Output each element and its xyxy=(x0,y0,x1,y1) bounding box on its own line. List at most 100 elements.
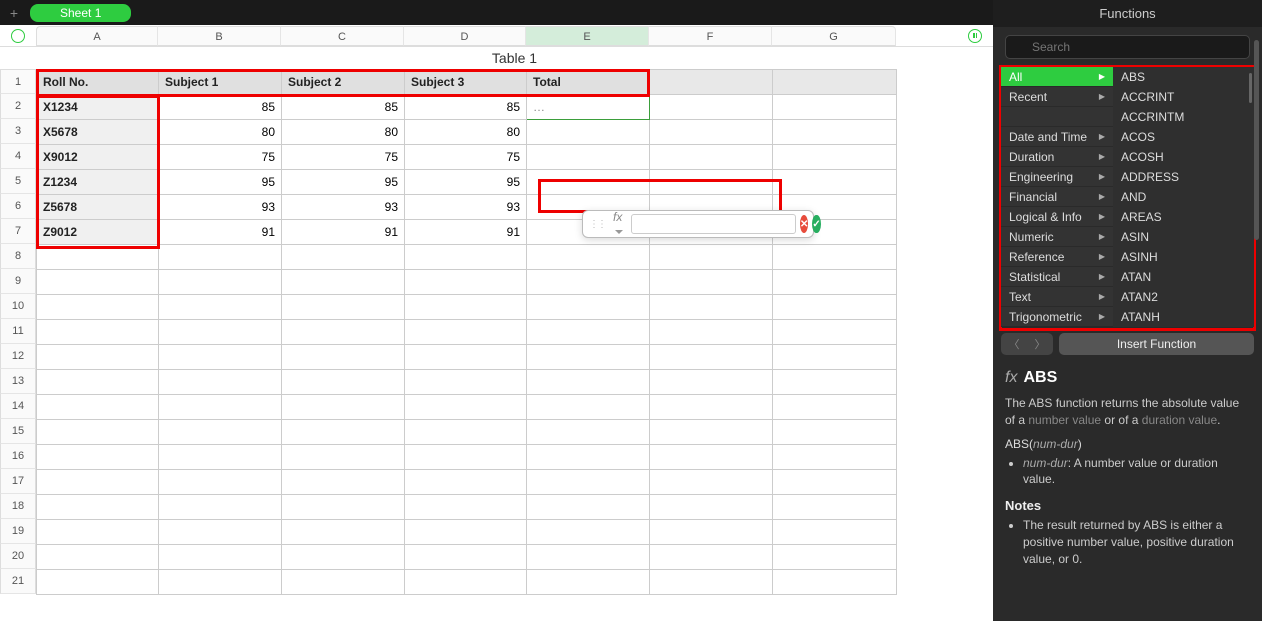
fx-dropdown[interactable]: fx xyxy=(609,210,627,238)
formula-cancel-button[interactable]: ✕ xyxy=(800,215,808,233)
table-cell[interactable] xyxy=(405,520,527,545)
table-cell[interactable] xyxy=(37,395,159,420)
table-cell[interactable]: 85 xyxy=(405,95,527,120)
column-header[interactable]: A xyxy=(36,26,158,46)
fn-category-item[interactable] xyxy=(1001,107,1113,127)
table-cell[interactable] xyxy=(405,295,527,320)
table-cell[interactable] xyxy=(527,270,650,295)
table-cell[interactable] xyxy=(527,170,650,195)
table-cell[interactable] xyxy=(650,370,773,395)
fn-category-item[interactable]: All▶ xyxy=(1001,67,1113,87)
table-cell[interactable] xyxy=(405,420,527,445)
table-header-cell[interactable] xyxy=(650,70,773,95)
table-cell[interactable] xyxy=(159,445,282,470)
table-cell[interactable] xyxy=(282,370,405,395)
table-cell[interactable]: X5678 xyxy=(37,120,159,145)
table-handle-end[interactable] xyxy=(957,29,993,43)
table-header-cell[interactable]: Subject 2 xyxy=(282,70,405,95)
fn-list-item[interactable]: ABS xyxy=(1113,67,1254,87)
table-cell[interactable] xyxy=(159,520,282,545)
table-cell[interactable] xyxy=(527,145,650,170)
table-cell[interactable] xyxy=(650,520,773,545)
fn-list-item[interactable]: AND xyxy=(1113,187,1254,207)
insert-function-button[interactable]: Insert Function xyxy=(1059,333,1254,355)
table-cell[interactable] xyxy=(405,395,527,420)
table-cell[interactable]: 80 xyxy=(159,120,282,145)
table-cell[interactable]: 93 xyxy=(405,195,527,220)
function-list[interactable]: ABSACCRINTACCRINTMACOSACOSHADDRESSANDARE… xyxy=(1113,67,1254,327)
table-cell[interactable]: 75 xyxy=(159,145,282,170)
formula-accept-button[interactable]: ✓ xyxy=(812,215,820,233)
table-cell[interactable] xyxy=(282,270,405,295)
table-cell[interactable] xyxy=(527,245,650,270)
table-cell[interactable] xyxy=(37,370,159,395)
table-cell[interactable]: 93 xyxy=(282,195,405,220)
grid-area[interactable]: Table 1 Roll No.Subject 1Subject 2Subjec… xyxy=(36,47,993,621)
row-header[interactable]: 20 xyxy=(0,544,36,569)
table-cell[interactable] xyxy=(37,420,159,445)
table-cell[interactable] xyxy=(650,495,773,520)
row-header[interactable]: 19 xyxy=(0,519,36,544)
table-title[interactable]: Table 1 xyxy=(36,47,993,69)
table-cell[interactable] xyxy=(37,320,159,345)
table-cell[interactable] xyxy=(650,270,773,295)
fn-category-item[interactable]: Recent▶ xyxy=(1001,87,1113,107)
row-header[interactable]: 4 xyxy=(0,144,36,169)
table-cell[interactable] xyxy=(650,470,773,495)
row-header[interactable]: 3 xyxy=(0,119,36,144)
table-cell[interactable] xyxy=(527,320,650,345)
column-header[interactable]: C xyxy=(281,26,404,46)
table-cell[interactable] xyxy=(773,295,897,320)
table-cell[interactable] xyxy=(159,470,282,495)
fn-list-item[interactable]: ATANH xyxy=(1113,307,1254,327)
table-cell[interactable] xyxy=(650,145,773,170)
table-cell[interactable] xyxy=(650,245,773,270)
table-cell[interactable] xyxy=(282,395,405,420)
table-cell[interactable] xyxy=(159,245,282,270)
column-header[interactable]: B xyxy=(158,26,281,46)
table-cell[interactable] xyxy=(37,245,159,270)
table-cell[interactable] xyxy=(773,445,897,470)
table-cell[interactable] xyxy=(159,320,282,345)
row-header[interactable]: 10 xyxy=(0,294,36,319)
drag-grip-icon[interactable]: ⋮⋮ xyxy=(589,219,605,230)
table-header-cell[interactable]: Total xyxy=(527,70,650,95)
table-cell[interactable] xyxy=(773,345,897,370)
table-cell[interactable] xyxy=(650,120,773,145)
table-cell[interactable]: … xyxy=(527,95,650,120)
row-header[interactable]: 14 xyxy=(0,394,36,419)
table-cell[interactable] xyxy=(773,145,897,170)
table-cell[interactable] xyxy=(159,545,282,570)
table-cell[interactable] xyxy=(37,345,159,370)
table-cell[interactable] xyxy=(282,445,405,470)
column-header[interactable]: F xyxy=(649,26,772,46)
table-cell[interactable] xyxy=(773,570,897,595)
function-search-input[interactable] xyxy=(1005,35,1250,59)
table-cell[interactable] xyxy=(527,295,650,320)
table-cell[interactable] xyxy=(37,570,159,595)
table-cell[interactable] xyxy=(773,170,897,195)
table-cell[interactable]: X9012 xyxy=(37,145,159,170)
function-categories[interactable]: All▶Recent▶Date and Time▶Duration▶Engine… xyxy=(1001,67,1113,327)
table-cell[interactable]: 95 xyxy=(405,170,527,195)
scrollbar-thumb[interactable] xyxy=(1249,73,1252,103)
table-cell[interactable] xyxy=(159,395,282,420)
table-cell[interactable] xyxy=(650,545,773,570)
table-cell[interactable]: Z1234 xyxy=(37,170,159,195)
row-header[interactable]: 21 xyxy=(0,569,36,594)
table-cell[interactable] xyxy=(405,320,527,345)
fn-category-item[interactable]: Reference▶ xyxy=(1001,247,1113,267)
add-sheet-button[interactable]: + xyxy=(6,5,22,21)
formula-input[interactable] xyxy=(631,214,796,234)
table-cell[interactable] xyxy=(159,570,282,595)
fn-list-item[interactable]: ACCRINTM xyxy=(1113,107,1254,127)
fn-list-item[interactable]: ASINH xyxy=(1113,247,1254,267)
table-cell[interactable] xyxy=(405,345,527,370)
table-header-cell[interactable] xyxy=(773,70,897,95)
table-cell[interactable] xyxy=(159,345,282,370)
row-header[interactable]: 5 xyxy=(0,169,36,194)
row-header[interactable]: 17 xyxy=(0,469,36,494)
help-forward-button[interactable]: 〉 xyxy=(1027,333,1053,355)
table-cell[interactable]: 91 xyxy=(159,220,282,245)
row-header[interactable]: 8 xyxy=(0,244,36,269)
